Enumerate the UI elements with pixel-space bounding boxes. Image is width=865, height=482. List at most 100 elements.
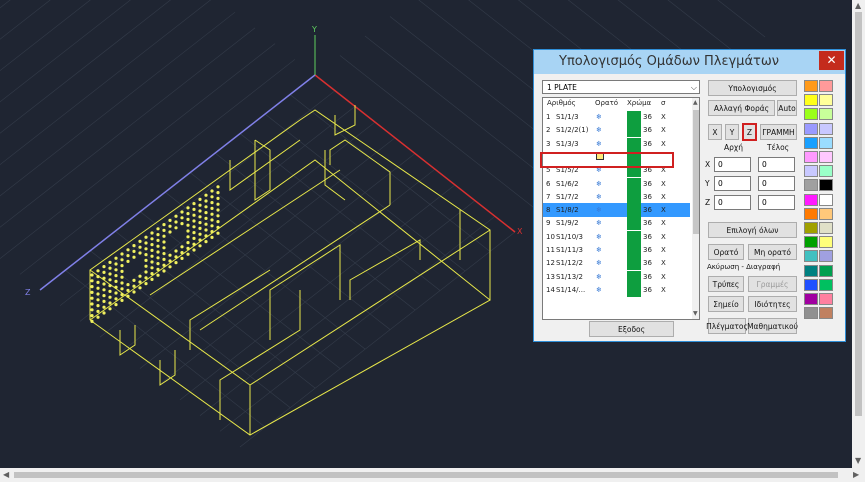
visible-icon[interactable]: ❄ <box>596 273 602 281</box>
palette-color-cell[interactable] <box>804 80 818 92</box>
list-scroll-up-icon[interactable]: ▲ <box>693 98 698 108</box>
visible-icon[interactable]: ❄ <box>596 286 602 294</box>
palette-color-cell[interactable] <box>819 293 833 305</box>
z-end-field[interactable]: 0 <box>758 195 795 210</box>
palette-color-cell[interactable] <box>819 94 833 107</box>
palette-color-cell[interactable] <box>819 108 833 121</box>
palette-color-cell[interactable] <box>819 236 833 249</box>
palette-color-cell[interactable] <box>804 179 818 192</box>
color-swatch[interactable] <box>627 283 641 297</box>
palette-color-cell[interactable] <box>819 264 833 277</box>
visible-icon[interactable]: ❄ <box>596 259 602 267</box>
color-swatch[interactable] <box>627 124 641 138</box>
table-row[interactable]: 9 S1/9/2 ❄ 36 X <box>543 217 691 231</box>
x-end-field[interactable]: 0 <box>758 157 795 172</box>
visible-icon[interactable]: ❄ <box>596 113 602 121</box>
palette-color-cell[interactable] <box>804 264 818 277</box>
table-row[interactable]: 10 S1/10/3 ❄ 36 X <box>543 230 691 244</box>
x-start-field[interactable]: 0 <box>714 157 751 172</box>
point-button[interactable]: Σημείο <box>708 296 744 312</box>
lines-button[interactable]: Γραμμές <box>748 276 797 292</box>
visible-icon[interactable]: ❄ <box>596 166 602 174</box>
color-swatch[interactable] <box>627 257 641 271</box>
x-axis-button[interactable]: X <box>708 124 722 140</box>
palette-color-cell[interactable] <box>804 278 818 291</box>
color-swatch[interactable] <box>627 230 641 244</box>
horizontal-scrollbar[interactable]: ◀ ▶ <box>0 468 865 482</box>
holes-button[interactable]: Τρύπες <box>708 276 744 292</box>
palette-color-cell[interactable] <box>819 80 833 92</box>
color-swatch[interactable] <box>627 217 641 231</box>
y-end-field[interactable]: 0 <box>758 176 795 191</box>
group-type-select[interactable]: 1 PLATE ⌵ <box>542 80 700 94</box>
horizontal-scroll-thumb[interactable] <box>14 472 838 478</box>
not-visible-button[interactable]: Μη ορατό <box>748 244 797 260</box>
palette-color-cell[interactable] <box>819 207 833 220</box>
dialog-titlebar[interactable]: Υπολογισμός Ομάδων Πλεγμάτων ✕ <box>534 50 845 74</box>
visible-icon[interactable]: ❄ <box>596 246 602 254</box>
table-row[interactable]: 13 S1/13/2 ❄ 36 X <box>543 270 691 284</box>
palette-color-cell[interactable] <box>804 222 818 234</box>
table-row[interactable]: 3 S1/3/3 ❄ 36 X <box>543 137 691 151</box>
palette-color-cell[interactable] <box>819 222 833 234</box>
palette-color-cell[interactable] <box>804 108 818 121</box>
table-row[interactable]: 5 S1/5/2 ❄ 36 X <box>543 164 691 178</box>
table-row[interactable]: 11 S1/11/3 ❄ 36 X <box>543 244 691 257</box>
visible-icon[interactable]: ❄ <box>596 219 602 227</box>
visible-icon[interactable]: ❄ <box>596 126 602 134</box>
table-row[interactable]: 7 S1/7/2 ❄ 36 X <box>543 190 691 204</box>
palette-color-cell[interactable] <box>819 151 833 163</box>
scroll-up-icon[interactable]: ▲ <box>855 1 861 11</box>
color-swatch[interactable] <box>627 137 641 151</box>
color-swatch[interactable] <box>627 111 641 124</box>
vertical-scrollbar[interactable]: ▲ ▼ <box>852 0 865 468</box>
scroll-left-icon[interactable]: ◀ <box>3 470 9 480</box>
visible-icon[interactable]: ❄ <box>596 140 602 148</box>
line-button[interactable]: ΓΡΑΜΜΗ <box>760 124 797 140</box>
color-swatch[interactable] <box>627 164 641 178</box>
palette-color-cell[interactable] <box>804 250 818 263</box>
scroll-down-icon[interactable]: ▼ <box>855 456 861 466</box>
math-button[interactable]: Μαθηματικού <box>747 318 798 334</box>
auto-button[interactable]: Auto <box>777 100 797 116</box>
table-row[interactable]: 12 S1/12/2 ❄ 36 X <box>543 257 691 271</box>
properties-button[interactable]: Ιδιότητες <box>748 296 797 312</box>
palette-color-cell[interactable] <box>819 136 833 149</box>
list-scroll-down-icon[interactable]: ▼ <box>693 309 698 319</box>
palette-color-cell[interactable] <box>804 151 818 163</box>
table-row[interactable]: 6 S1/6/2 ❄ 36 X <box>543 177 691 191</box>
mesh-group-list[interactable]: Αριθμός Ορατό Χρώμα σ 1 S1/1/3 ❄ 36 X 2 S1/2/2… <box>542 97 700 320</box>
palette-color-cell[interactable] <box>804 293 818 305</box>
select-all-button[interactable]: Επιλογή όλων <box>708 222 797 238</box>
palette-color-cell[interactable] <box>804 236 818 249</box>
visible-button[interactable]: Ορατό <box>708 244 744 260</box>
visible-icon[interactable]: ❄ <box>596 233 602 241</box>
color-swatch[interactable] <box>627 270 641 284</box>
palette-color-cell[interactable] <box>819 250 833 263</box>
visible-icon[interactable]: ❄ <box>596 193 602 201</box>
palette-color-cell[interactable] <box>819 307 833 320</box>
change-direction-button[interactable]: Αλλαγή Φοράς <box>708 100 775 116</box>
color-swatch[interactable] <box>627 150 641 164</box>
color-swatch[interactable] <box>627 190 641 204</box>
palette-color-cell[interactable] <box>804 94 818 107</box>
color-swatch[interactable] <box>627 204 641 218</box>
list-scrollbar[interactable]: ▲ ▼ <box>692 98 699 319</box>
palette-color-cell[interactable] <box>804 165 818 178</box>
list-scroll-thumb[interactable] <box>693 110 699 234</box>
table-row[interactable]: 2 S1/2/2(1) ❄ 36 X <box>543 124 691 138</box>
color-swatch[interactable] <box>627 244 641 257</box>
z-start-field[interactable]: 0 <box>714 195 751 210</box>
color-swatch[interactable] <box>627 177 641 191</box>
exit-button[interactable]: Εξοδος <box>589 321 674 337</box>
palette-color-cell[interactable] <box>819 193 833 206</box>
scroll-right-icon[interactable]: ▶ <box>853 470 859 480</box>
table-row[interactable]: 14 S1/14/... ❄ 36 X <box>543 283 691 297</box>
table-row[interactable]: 4 S1/4/2(2) 36 Z <box>543 150 691 164</box>
visible-icon[interactable]: ❄ <box>596 206 602 214</box>
mesh-button[interactable]: Πλέγματος <box>706 318 748 334</box>
palette-color-cell[interactable] <box>819 165 833 178</box>
y-axis-button[interactable]: Y <box>725 124 739 140</box>
z-axis-button[interactable]: Z <box>742 123 757 141</box>
palette-color-cell[interactable] <box>804 307 818 320</box>
